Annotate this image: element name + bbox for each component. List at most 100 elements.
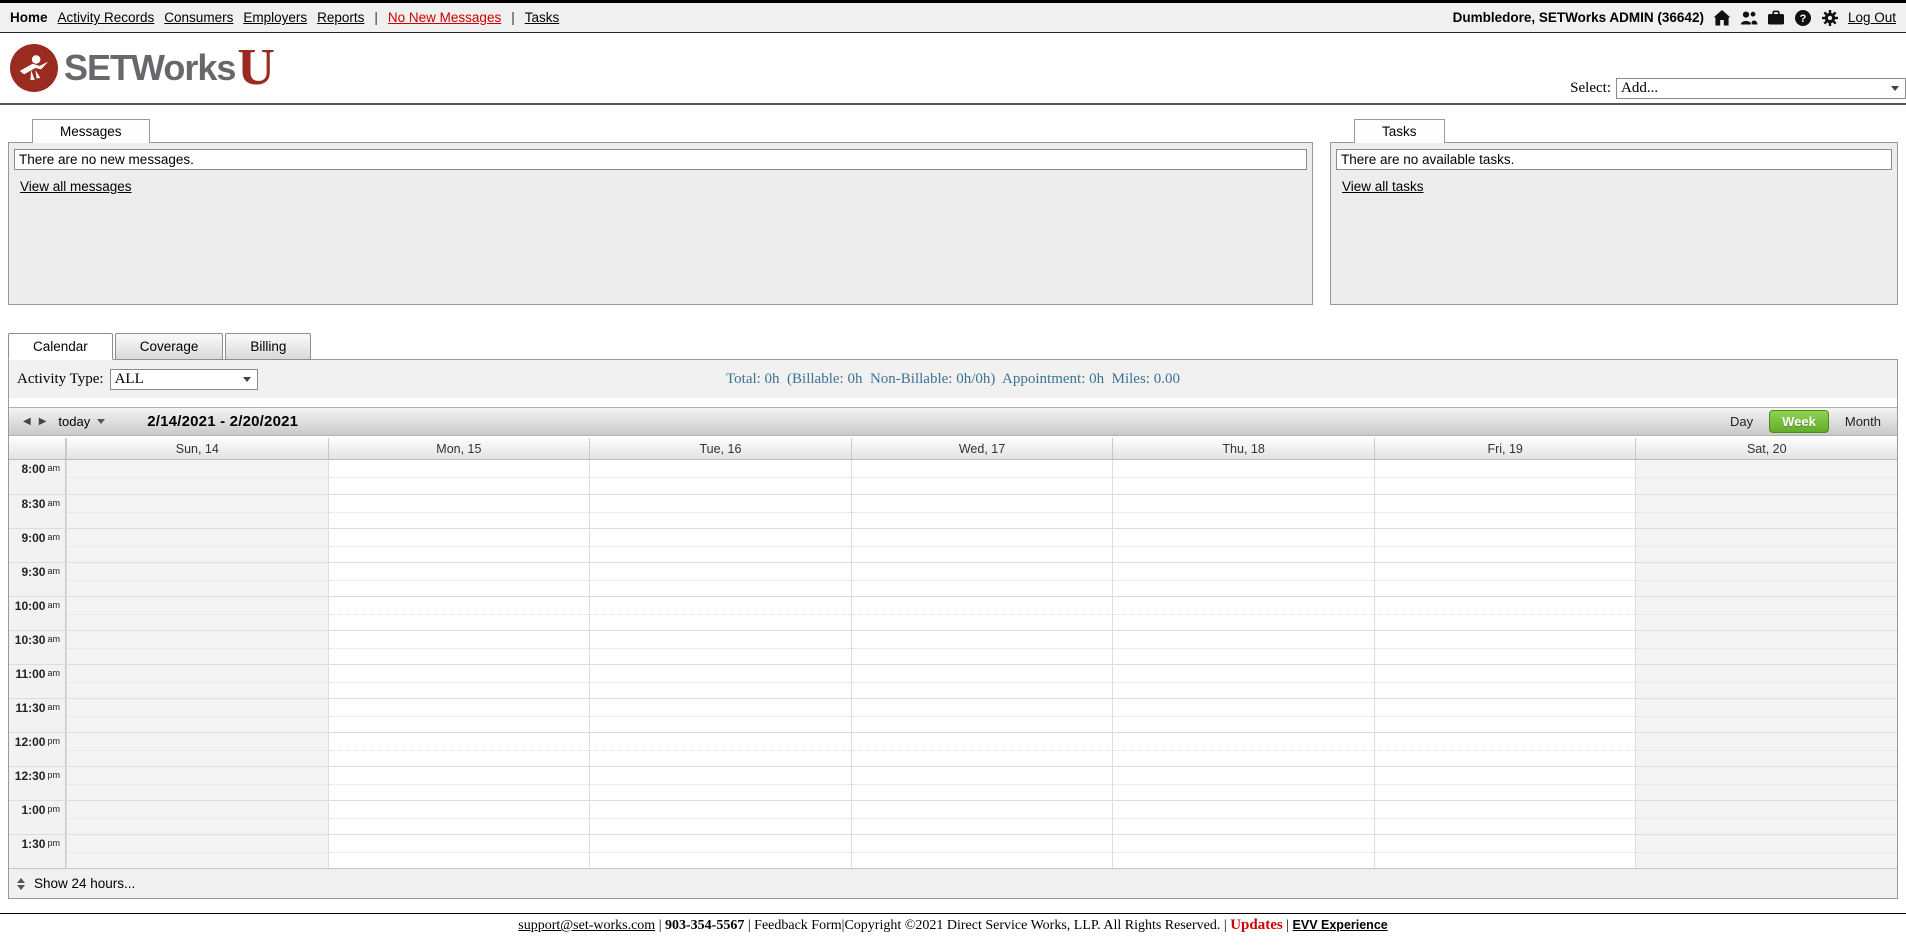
calendar-cell[interactable] [589,665,851,698]
calendar-cell[interactable] [589,699,851,732]
calendar-cell[interactable] [1112,495,1374,528]
calendar-cell[interactable] [327,767,590,800]
tab-tasks[interactable]: Tasks [1354,119,1445,143]
today-button[interactable]: today [58,414,90,429]
calendar-cell[interactable] [327,733,590,766]
calendar-cell[interactable] [589,733,851,766]
calendar-cell[interactable] [327,529,590,562]
calendar-cell[interactable] [66,597,328,630]
nav-home[interactable]: Home [10,10,48,25]
briefcase-icon[interactable] [1767,9,1785,27]
calendar-cell[interactable] [1112,699,1374,732]
calendar-cell[interactable] [1373,495,1636,528]
support-email-link[interactable]: support@set-works.com [518,918,655,933]
calendar-cell[interactable] [1112,597,1374,630]
calendar-cell[interactable] [850,767,1113,800]
calendar-cell[interactable] [327,495,590,528]
calendar-cell[interactable] [1112,631,1374,664]
view-month-button[interactable]: Month [1839,411,1887,432]
calendar-cell[interactable] [1373,460,1636,494]
calendar-cell[interactable] [1635,801,1898,834]
calendar-cell[interactable] [66,631,328,664]
calendar-cell[interactable] [66,801,328,834]
calendar-cell[interactable] [327,665,590,698]
nav-tasks[interactable]: Tasks [525,10,560,25]
calendar-cell[interactable] [850,631,1113,664]
nav-reports[interactable]: Reports [317,10,364,25]
updates-link[interactable]: Updates [1230,917,1283,933]
calendar-cell[interactable] [850,835,1113,868]
calendar-cell[interactable] [1635,631,1898,664]
calendar-cell[interactable] [1635,563,1898,596]
view-week-button[interactable]: Week [1769,410,1829,433]
prev-week-button[interactable]: ◀ [19,416,35,427]
add-dropdown[interactable]: Add... [1616,78,1906,99]
tab-billing[interactable]: Billing [225,333,312,360]
show-24-hours-toggle[interactable]: Show 24 hours... [9,868,1897,898]
activity-type-dropdown[interactable]: ALL [109,368,258,390]
calendar-cell[interactable] [1373,733,1636,766]
calendar-cell[interactable] [66,460,328,494]
calendar-cell[interactable] [327,631,590,664]
calendar-cell[interactable] [1635,597,1898,630]
calendar-cell[interactable] [327,460,590,494]
calendar-cell[interactable] [66,733,328,766]
calendar-cell[interactable] [66,699,328,732]
calendar-cell[interactable] [850,801,1113,834]
tab-messages[interactable]: Messages [32,119,150,143]
calendar-cell[interactable] [589,631,851,664]
calendar-cell[interactable] [850,529,1113,562]
calendar-cell[interactable] [1373,767,1636,800]
calendar-cell[interactable] [850,460,1113,494]
calendar-cell[interactable] [66,563,328,596]
tab-calendar[interactable]: Calendar [8,333,113,360]
calendar-cell[interactable] [1373,801,1636,834]
calendar-cell[interactable] [589,563,851,596]
calendar-cell[interactable] [1373,835,1636,868]
calendar-cell[interactable] [589,597,851,630]
calendar-cell[interactable] [1373,597,1636,630]
nav-consumers[interactable]: Consumers [164,10,233,25]
calendar-cell[interactable] [1112,801,1374,834]
tab-coverage[interactable]: Coverage [114,333,224,360]
calendar-cell[interactable] [66,495,328,528]
calendar-cell[interactable] [66,529,328,562]
calendar-cell[interactable] [1635,460,1898,494]
view-all-messages-link[interactable]: View all messages [20,179,132,194]
calendar-cell[interactable] [850,665,1113,698]
logout-link[interactable]: Log Out [1848,10,1896,25]
calendar-cell[interactable] [850,733,1113,766]
calendar-cell[interactable] [1112,563,1374,596]
calendar-cell[interactable] [1635,665,1898,698]
calendar-cell[interactable] [327,563,590,596]
next-week-button[interactable]: ▶ [35,416,51,427]
calendar-cell[interactable] [1635,699,1898,732]
calendar-cell[interactable] [589,460,851,494]
home-icon[interactable] [1713,9,1731,27]
calendar-cell[interactable] [1635,529,1898,562]
help-icon[interactable]: ? [1794,9,1812,27]
calendar-cell[interactable] [589,767,851,800]
calendar-cell[interactable] [66,767,328,800]
calendar-cell[interactable] [327,835,590,868]
calendar-cell[interactable] [1635,733,1898,766]
calendar-cell[interactable] [327,597,590,630]
gear-icon[interactable] [1821,9,1839,27]
calendar-cell[interactable] [1112,767,1374,800]
evv-experience-link[interactable]: EVV Experience [1293,918,1388,932]
calendar-cell[interactable] [1635,495,1898,528]
users-icon[interactable] [1740,9,1758,27]
calendar-cell[interactable] [589,801,851,834]
calendar-cell[interactable] [1373,631,1636,664]
calendar-cell[interactable] [1373,699,1636,732]
nav-activity-records[interactable]: Activity Records [58,10,155,25]
nav-employers[interactable]: Employers [243,10,307,25]
setworks-logo[interactable]: SETWorks U [10,42,275,94]
calendar-cell[interactable] [850,495,1113,528]
calendar-cell[interactable] [327,801,590,834]
calendar-cell[interactable] [1373,563,1636,596]
calendar-cell[interactable] [1373,665,1636,698]
calendar-cell[interactable] [1112,665,1374,698]
calendar-cell[interactable] [66,665,328,698]
calendar-cell[interactable] [1112,733,1374,766]
